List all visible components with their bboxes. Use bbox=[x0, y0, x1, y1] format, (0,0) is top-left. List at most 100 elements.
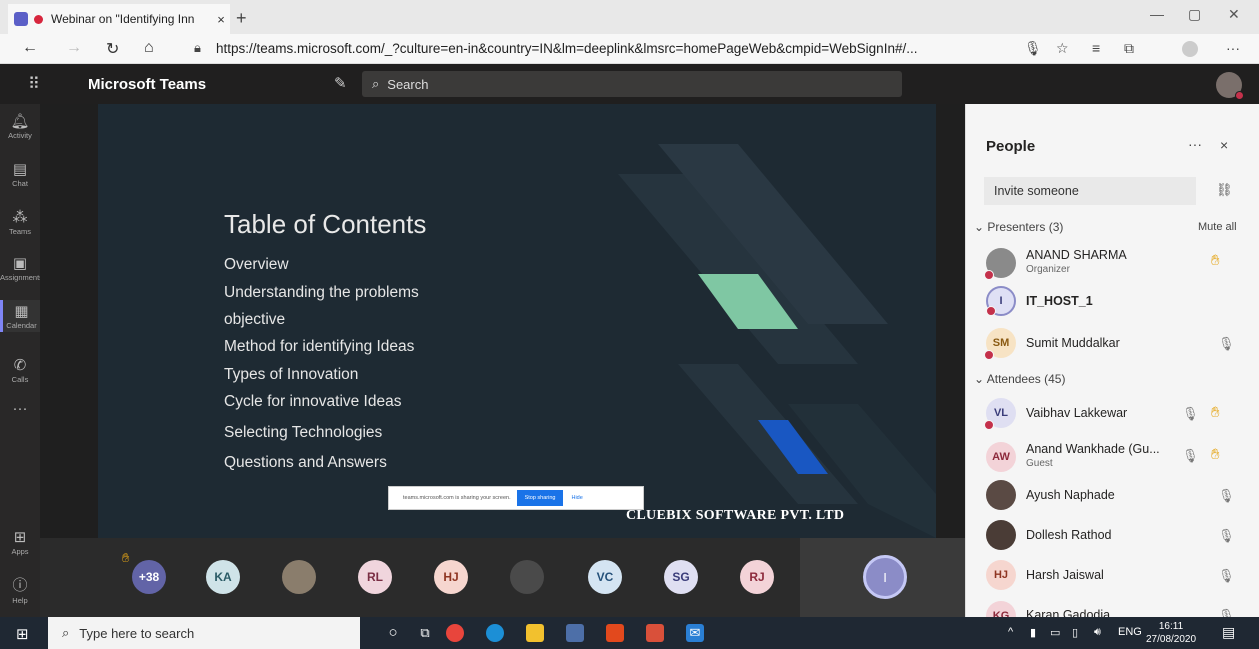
tab-close-button[interactable]: × bbox=[212, 12, 230, 27]
network-icon[interactable]: ▯ bbox=[1072, 626, 1078, 639]
teams-favicon-icon bbox=[14, 12, 28, 26]
forward-arrow-icon[interactable]: → bbox=[66, 39, 82, 57]
stop-sharing-button[interactable]: Stop sharing bbox=[516, 490, 564, 506]
cortana-icon[interactable]: ○ bbox=[384, 624, 402, 642]
rail-item-teams[interactable]: ⁂ Teams bbox=[0, 208, 40, 236]
minimize-button[interactable]: — bbox=[1150, 6, 1164, 22]
raised-hand-icon: ✋︎ bbox=[1211, 252, 1220, 269]
chrome-icon[interactable] bbox=[446, 624, 464, 642]
toc-item: Understanding the problems bbox=[224, 284, 419, 301]
list-item[interactable]: KG Karan Gadodia 🎙︎ bbox=[966, 598, 1259, 617]
back-arrow-icon[interactable]: ← bbox=[22, 39, 38, 57]
rail-item-assignments[interactable]: ▣ Assignments bbox=[0, 254, 43, 282]
window-close-button[interactable]: ✕ bbox=[1228, 6, 1240, 23]
share-notice-text: teams.microsoft.com is sharing your scre… bbox=[403, 495, 511, 501]
browser-tab-bar: Webinar on "Identifying Inn × + — ▢ ✕ bbox=[0, 0, 1259, 34]
phone-icon: ✆ bbox=[13, 357, 27, 374]
raised-hand-icon: ✋︎ bbox=[1211, 404, 1220, 421]
attendees-header[interactable]: ⌄ Attendees (45) bbox=[974, 372, 1065, 386]
taskbar-search-input[interactable]: ⌕ Type here to search bbox=[48, 617, 360, 649]
tray-chevron-icon[interactable]: ^ bbox=[1008, 626, 1013, 638]
list-item[interactable]: Dollesh Rathod 🎙︎ bbox=[966, 518, 1259, 558]
collections-icon[interactable]: ⧉ bbox=[1124, 40, 1134, 57]
participant-avatar[interactable]: HJ bbox=[434, 560, 468, 594]
meeting-stage: Table of Contents Overview Understanding… bbox=[40, 104, 965, 617]
rail-item-calendar[interactable]: ▦ Calendar bbox=[0, 300, 40, 332]
windows-start-icon[interactable]: ⊞ bbox=[16, 625, 29, 643]
mic-off-icon: 🎙︎ bbox=[1218, 608, 1235, 617]
participant-avatar[interactable]: RL bbox=[358, 560, 392, 594]
help-icon: ⓘ bbox=[12, 577, 28, 594]
office-icon[interactable] bbox=[606, 624, 624, 642]
list-item[interactable]: I IT_HOST_1 bbox=[966, 284, 1259, 324]
hide-button[interactable]: Hide bbox=[571, 495, 582, 501]
new-tab-button[interactable]: + bbox=[236, 8, 247, 29]
link-icon[interactable]: ⛓︎ bbox=[1216, 182, 1233, 198]
shared-screen: Table of Contents Overview Understanding… bbox=[98, 104, 936, 538]
avatar[interactable] bbox=[1216, 72, 1244, 100]
new-chat-icon[interactable]: ✎ bbox=[334, 74, 347, 92]
refresh-icon[interactable]: ↻ bbox=[106, 39, 119, 59]
list-item[interactable]: AW Anand Wankhade (Gu... Guest 🎙︎ ✋︎ bbox=[966, 436, 1259, 476]
microphone-icon[interactable]: 🎙︎ bbox=[1024, 40, 1042, 57]
participant-avatar[interactable]: RJ bbox=[740, 560, 774, 594]
participant-avatar[interactable]: KA bbox=[206, 560, 240, 594]
language-indicator[interactable]: ENG bbox=[1118, 626, 1142, 638]
browser-profile-icon[interactable] bbox=[1182, 41, 1198, 57]
app-launcher-icon[interactable]: ⠿ bbox=[28, 74, 40, 94]
overflow-count[interactable]: +38 bbox=[132, 560, 166, 594]
toc-item: objective bbox=[224, 311, 286, 328]
more-options-icon[interactable]: ··· bbox=[1226, 40, 1240, 56]
list-item[interactable]: Ayush Naphade 🎙︎ bbox=[966, 478, 1259, 518]
file-explorer-icon[interactable] bbox=[526, 624, 544, 642]
maximize-button[interactable]: ▢ bbox=[1188, 6, 1201, 23]
mute-all-button[interactable]: Mute all bbox=[1198, 221, 1237, 233]
participant-avatar-photo[interactable] bbox=[282, 560, 316, 594]
participant-avatar-photo[interactable] bbox=[510, 560, 544, 594]
browser-tab[interactable]: Webinar on "Identifying Inn × bbox=[8, 4, 230, 34]
list-item[interactable]: SM Sumit Muddalkar 🎙︎ bbox=[966, 326, 1259, 366]
recording-dot-icon bbox=[34, 14, 43, 24]
invite-input[interactable]: Invite someone bbox=[984, 177, 1196, 205]
presence-status-icon bbox=[984, 270, 994, 280]
mic-off-icon: 🎙︎ bbox=[1218, 488, 1235, 503]
mail-icon[interactable]: ✉ bbox=[686, 624, 704, 642]
rail-item-help[interactable]: ⓘ Help bbox=[0, 574, 40, 605]
presenters-header[interactable]: ⌄ Presenters (3) bbox=[974, 220, 1063, 234]
avatar bbox=[986, 480, 1016, 510]
toc-item: Overview bbox=[224, 256, 289, 273]
company-watermark: CLUEBIX SOFTWARE PVT. LTD bbox=[626, 508, 845, 523]
search-input[interactable]: ⌕ Search bbox=[362, 71, 902, 97]
self-video-tile[interactable]: I bbox=[800, 538, 965, 617]
task-view-icon[interactable]: ⧉ bbox=[416, 624, 434, 642]
slide-heading: Table of Contents bbox=[224, 209, 427, 239]
home-icon[interactable]: ⌂ bbox=[144, 39, 154, 57]
participant-avatar[interactable]: VC bbox=[588, 560, 622, 594]
close-icon[interactable]: × bbox=[1220, 137, 1228, 153]
rail-item-calls[interactable]: ✆ Calls bbox=[0, 356, 40, 384]
rail-item-chat[interactable]: ▤ Chat bbox=[0, 160, 40, 188]
battery-icon[interactable]: ▭ bbox=[1050, 626, 1060, 639]
rail-item-activity[interactable]: 🔔︎ Activity bbox=[0, 112, 40, 140]
tray-apps-icon[interactable]: ▮ bbox=[1030, 626, 1036, 639]
favorites-list-icon[interactable]: ≡ bbox=[1092, 40, 1100, 56]
mic-off-icon: 🎙︎ bbox=[1182, 448, 1199, 463]
url-field[interactable]: https://teams.microsoft.com/_?culture=en… bbox=[216, 41, 917, 56]
store-icon[interactable] bbox=[566, 624, 584, 642]
volume-icon[interactable]: 🔊︎ bbox=[1094, 626, 1101, 639]
system-clock[interactable]: 16:11 27/08/2020 bbox=[1146, 620, 1196, 646]
rail-item-apps[interactable]: ⊞ Apps bbox=[0, 528, 40, 556]
self-avatar: I bbox=[863, 555, 907, 599]
favorite-star-icon[interactable]: ☆ bbox=[1056, 40, 1069, 57]
edge-icon[interactable] bbox=[486, 624, 504, 642]
more-options-icon[interactable]: ··· bbox=[1188, 136, 1202, 152]
notification-icon[interactable]: ▤ bbox=[1222, 624, 1235, 641]
rail-more-icon[interactable]: ··· bbox=[0, 400, 40, 417]
acrobat-icon[interactable] bbox=[646, 624, 664, 642]
list-item[interactable]: ANAND SHARMA Organizer ✋︎ bbox=[966, 244, 1259, 284]
presence-status-icon bbox=[984, 350, 994, 360]
participant-avatar[interactable]: SG bbox=[664, 560, 698, 594]
list-item[interactable]: HJ Harsh Jaiswal 🎙︎ bbox=[966, 558, 1259, 598]
list-item[interactable]: VL Vaibhav Lakkewar 🎙︎ ✋︎ bbox=[966, 396, 1259, 436]
mic-off-icon: 🎙︎ bbox=[1182, 406, 1199, 421]
